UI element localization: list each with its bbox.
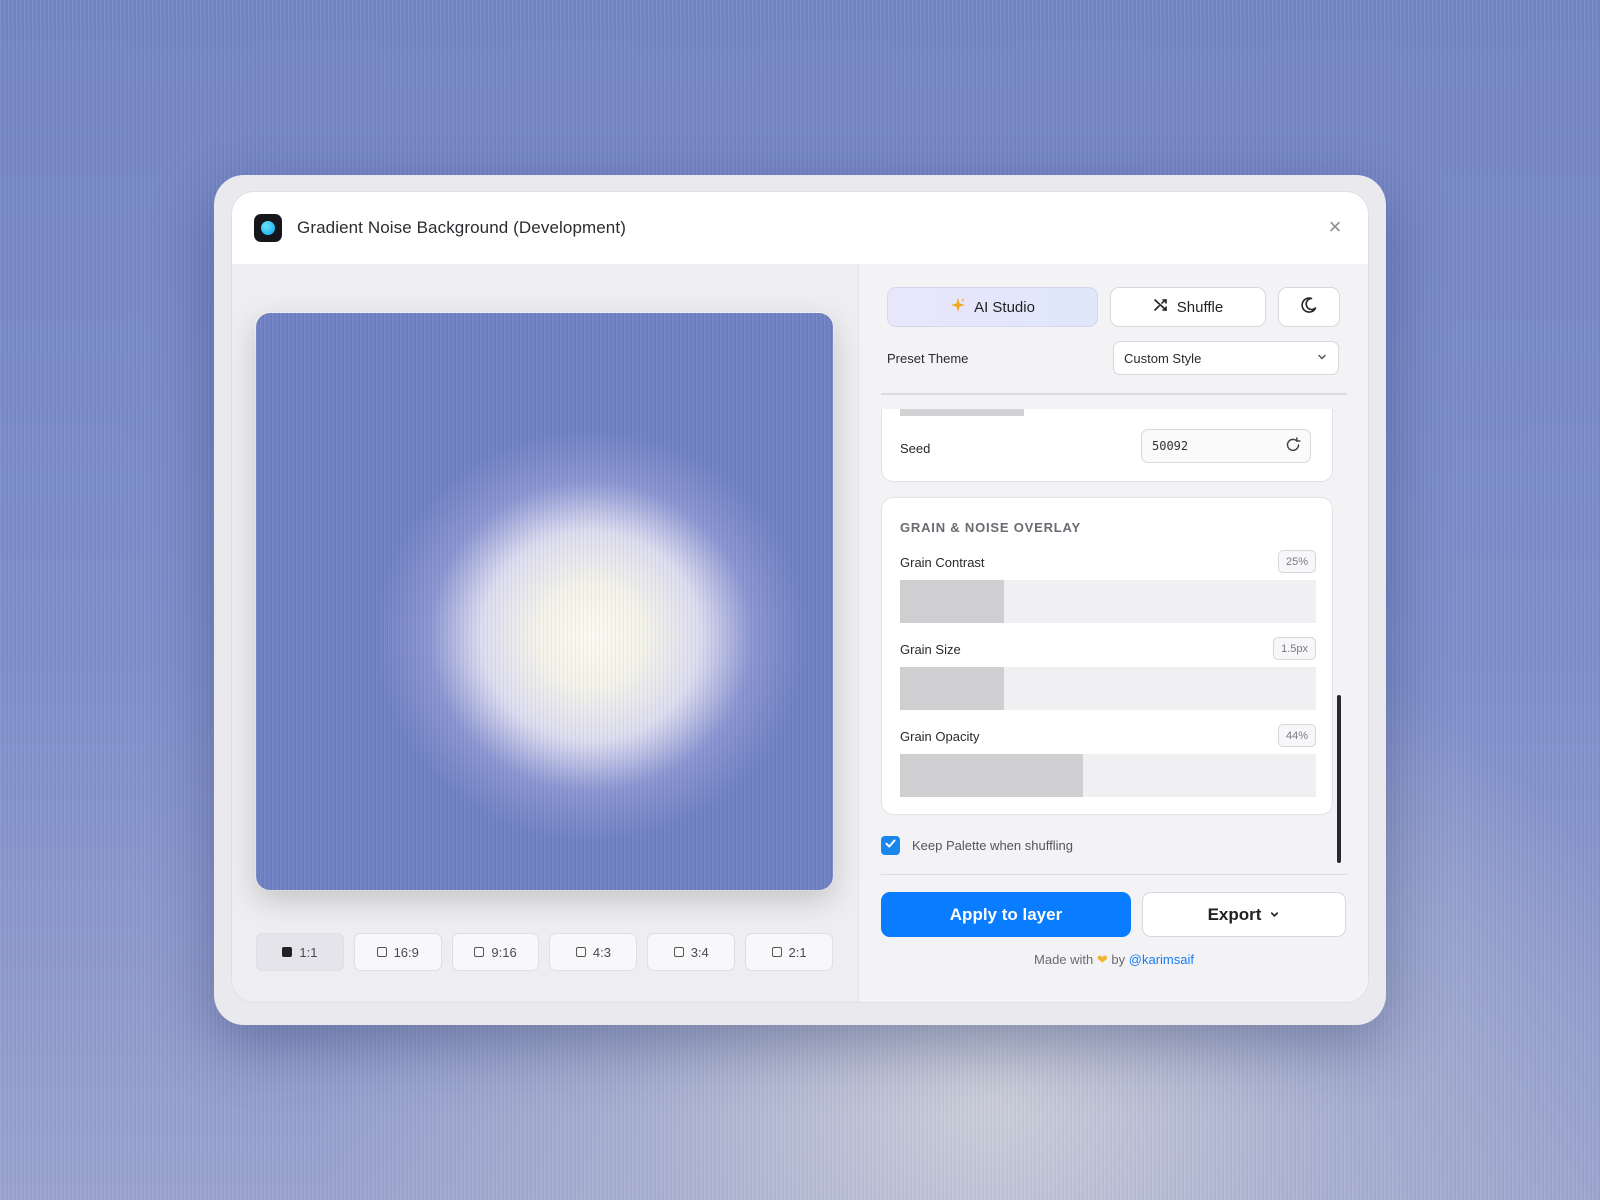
credit-line: Made with ❤ by @karimsaif	[881, 952, 1347, 968]
apply-to-layer-button[interactable]: Apply to layer	[881, 892, 1131, 937]
section-divider	[881, 393, 1347, 395]
ratio-button-4-3[interactable]: 4:3	[549, 933, 638, 971]
panel-scrollbar[interactable]	[1337, 695, 1341, 863]
grain-opacity-slider[interactable]	[900, 754, 1316, 797]
grain-contrast-label: Grain Contrast	[900, 555, 985, 570]
export-button[interactable]: Export	[1142, 892, 1346, 937]
ai-studio-label: AI Studio	[974, 298, 1035, 316]
export-label: Export	[1207, 904, 1262, 924]
grain-contrast-slider[interactable]	[900, 580, 1316, 623]
window-title: Gradient Noise Background (Development)	[297, 218, 626, 237]
refresh-icon[interactable]	[1284, 436, 1302, 457]
grain-size-label: Grain Size	[900, 642, 961, 657]
seed-label: Seed	[900, 441, 931, 456]
preview-panel: 1:1 16:9 9:16 4:3 3:4 2:1	[232, 264, 858, 1002]
seed-value: 50092	[1152, 439, 1189, 453]
grain-opacity-value: 44%	[1277, 724, 1316, 747]
grain-size-slider[interactable]	[900, 667, 1316, 710]
shuffle-label: Shuffle	[1176, 298, 1224, 316]
ratio-button-3-4[interactable]: 3:4	[647, 933, 736, 971]
square-icon	[673, 947, 684, 957]
ratio-button-16-9[interactable]: 16:9	[353, 933, 442, 971]
ratio-label: 3:4	[690, 944, 709, 960]
moon-icon	[1300, 296, 1318, 319]
close-icon[interactable]: ×	[1324, 216, 1346, 238]
grain-section-heading: GRAIN & NOISE OVERLAY	[900, 520, 1082, 535]
preset-theme-select[interactable]: Custom Style	[1113, 341, 1339, 375]
plugin-window: Gradient Noise Background (Development) …	[232, 192, 1368, 1002]
aspect-ratio-bar: 1:1 16:9 9:16 4:3 3:4 2:1	[256, 933, 833, 971]
shuffle-button[interactable]: Shuffle	[1110, 287, 1266, 327]
title-bar: Gradient Noise Background (Development) …	[232, 192, 1368, 264]
ratio-label: 4:3	[592, 944, 611, 960]
ratio-label: 16:9	[393, 944, 419, 960]
preset-theme-row: Preset Theme Custom Style	[887, 341, 1347, 375]
shuffle-icon	[1153, 297, 1169, 317]
ratio-label: 1:1	[299, 944, 318, 960]
credit-prefix: Made with	[1034, 952, 1094, 967]
square-icon	[376, 947, 387, 957]
slider-fill	[900, 580, 1004, 623]
ratio-label: 2:1	[788, 944, 807, 960]
scrolled-slider-remnant	[900, 409, 1024, 416]
square-icon	[771, 947, 782, 957]
keep-palette-checkbox[interactable]	[881, 836, 900, 855]
check-icon	[884, 837, 897, 855]
keep-palette-label: Keep Palette when shuffling	[912, 838, 1073, 853]
ratio-button-1-1[interactable]: 1:1	[256, 933, 344, 971]
ratio-button-2-1[interactable]: 2:1	[745, 933, 833, 971]
square-icon	[575, 947, 586, 957]
window-frame: Gradient Noise Background (Development) …	[214, 175, 1386, 1025]
keep-palette-row: Keep Palette when shuffling	[881, 836, 1073, 855]
slider-fill	[900, 754, 1084, 797]
top-actions: AI Studio Shuffle	[887, 287, 1340, 327]
gradient-preview	[256, 313, 833, 890]
square-icon	[474, 947, 485, 957]
preset-theme-label: Preset Theme	[887, 350, 969, 366]
chevron-down-icon	[1316, 351, 1328, 366]
seed-input[interactable]: 50092	[1141, 429, 1311, 463]
app-icon	[254, 214, 282, 242]
ai-studio-button[interactable]: AI Studio	[887, 287, 1098, 327]
grain-noise-card: GRAIN & NOISE OVERLAY Grain Contrast 25%…	[881, 497, 1333, 815]
grain-opacity-label: Grain Opacity	[900, 729, 980, 744]
section-divider	[881, 874, 1347, 875]
ratio-label: 9:16	[491, 944, 517, 960]
heart-icon: ❤	[1096, 952, 1108, 967]
author-link[interactable]: @karimsaif	[1129, 952, 1194, 967]
sparkle-icon	[950, 297, 966, 317]
square-icon	[282, 947, 293, 957]
preset-theme-value: Custom Style	[1124, 350, 1202, 366]
grain-contrast-value: 25%	[1277, 550, 1316, 573]
seed-card: Seed 50092	[881, 409, 1333, 482]
settings-panel: AI Studio Shuffle Preset Theme Custom St…	[858, 264, 1368, 1002]
theme-toggle-button[interactable]	[1278, 287, 1340, 327]
ratio-button-9-16[interactable]: 9:16	[451, 933, 540, 971]
slider-fill	[900, 667, 1004, 710]
credit-by: by	[1111, 952, 1126, 967]
chevron-down-icon	[1269, 905, 1280, 925]
grain-size-value: 1.5px	[1273, 637, 1316, 660]
